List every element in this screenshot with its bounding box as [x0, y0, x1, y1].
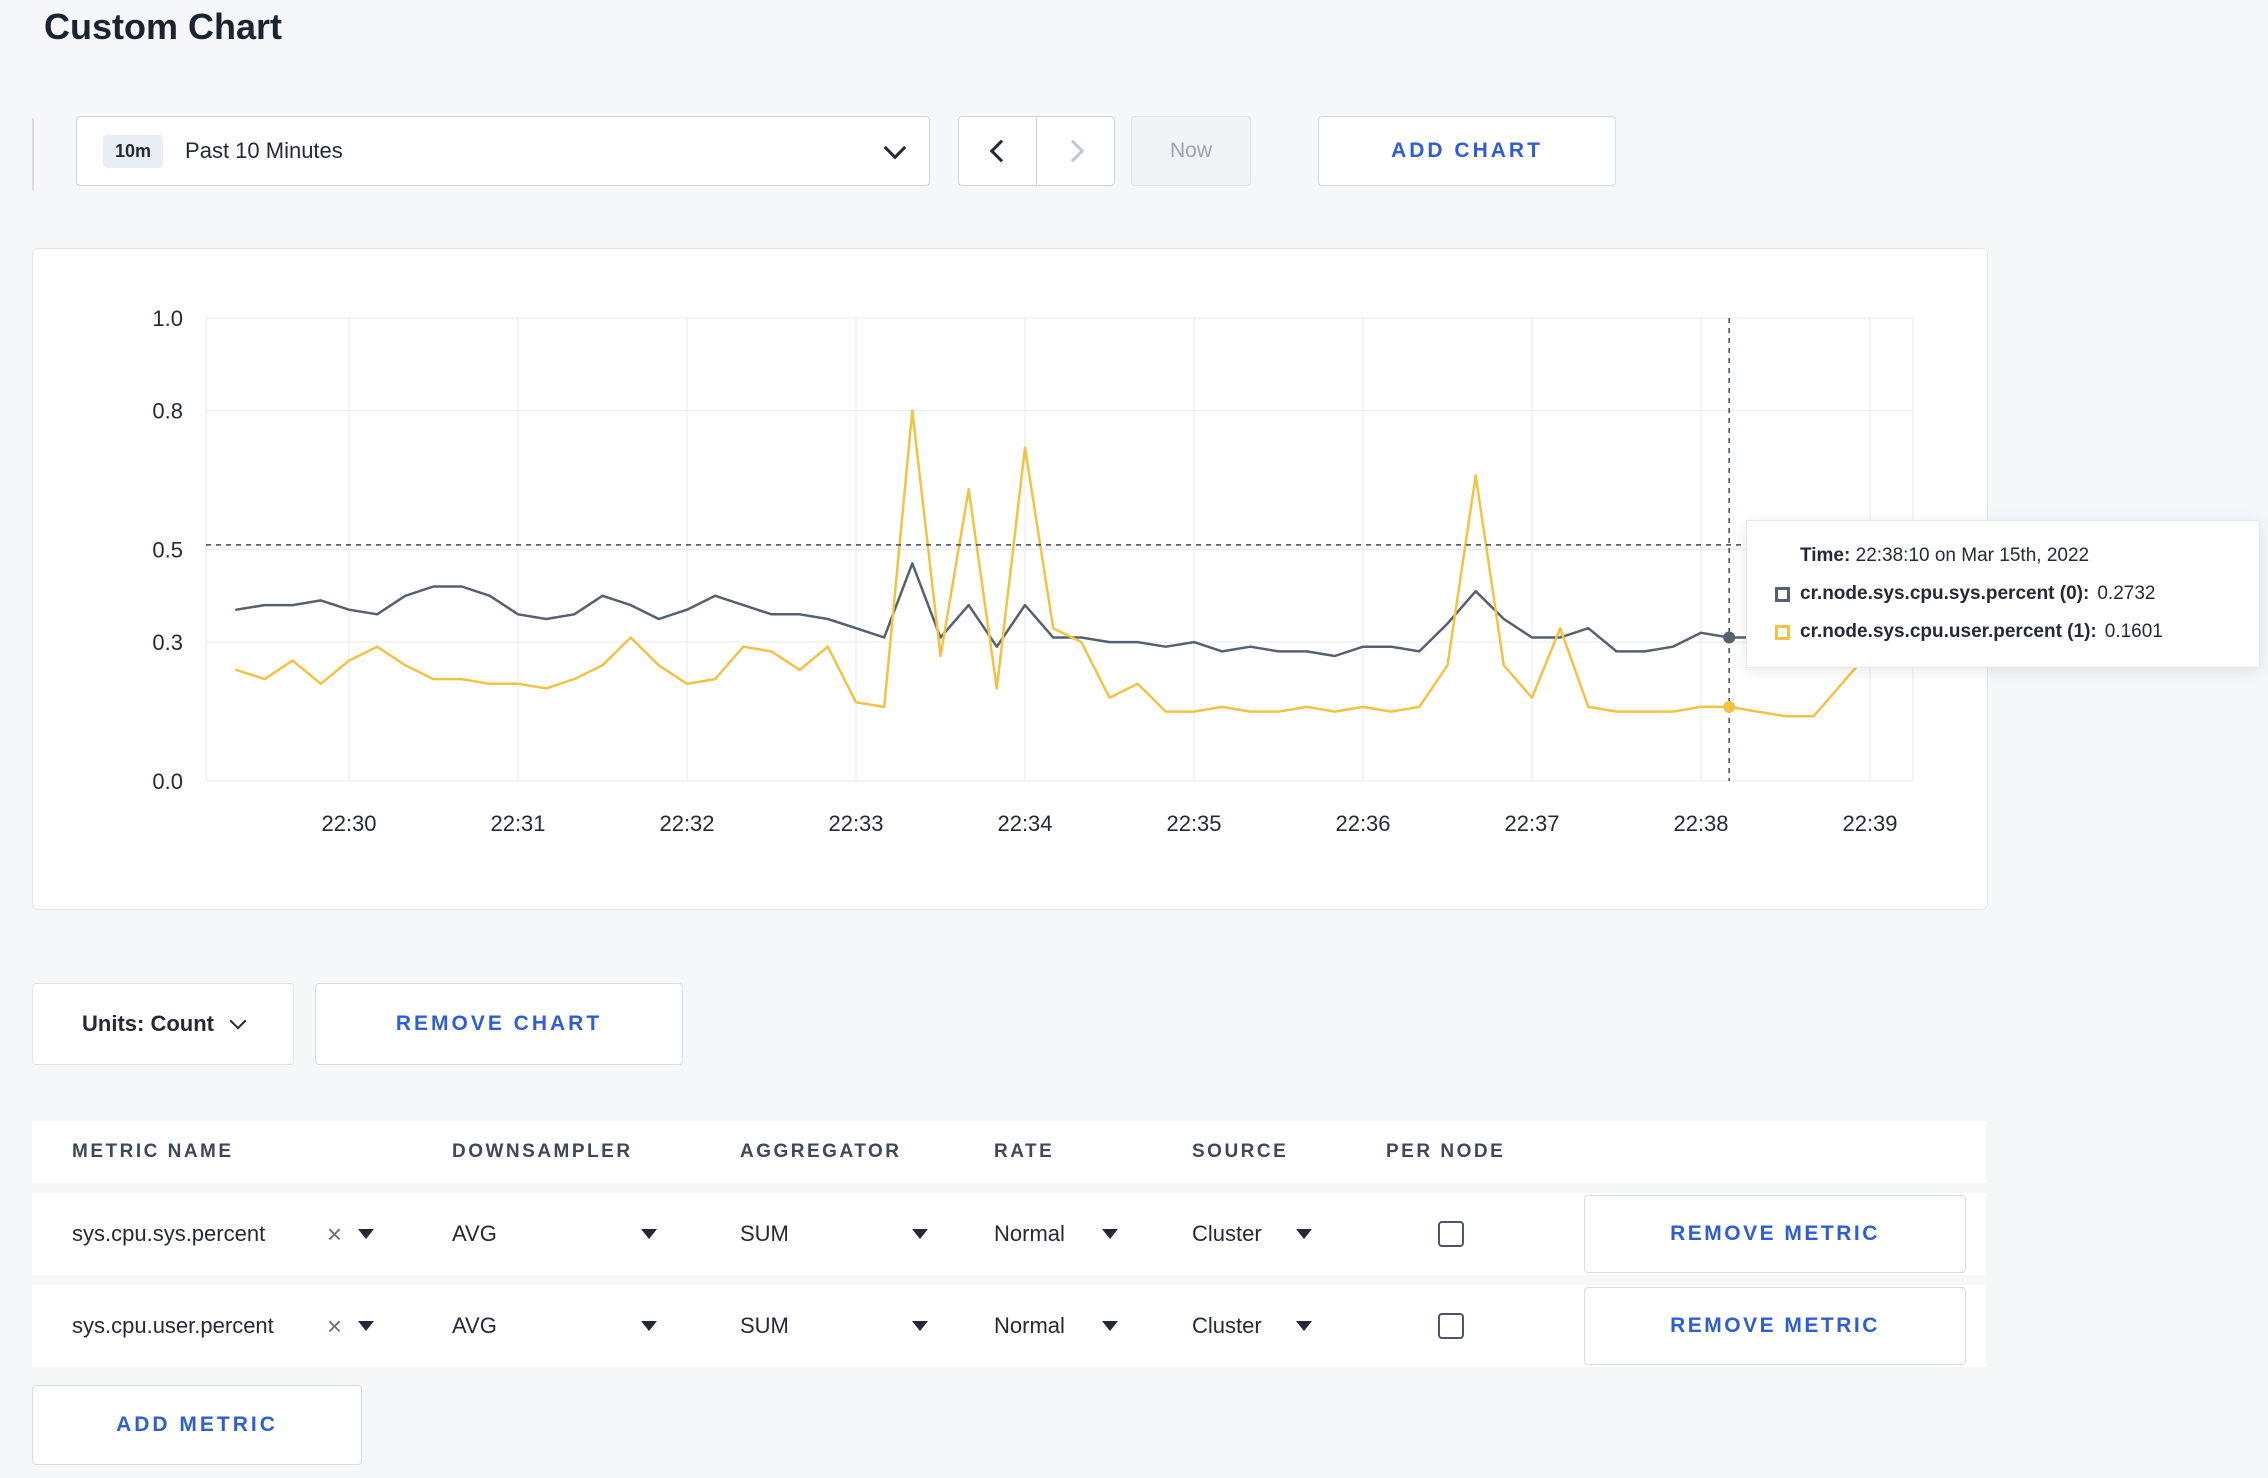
- svg-text:0.5: 0.5: [152, 538, 183, 563]
- units-label: Units: Count: [82, 1011, 214, 1036]
- svg-text:22:39: 22:39: [1842, 811, 1897, 836]
- clear-icon[interactable]: ×: [327, 1313, 342, 1339]
- time-back-button[interactable]: [958, 116, 1037, 186]
- metric-row: sys.cpu.sys.percent × AVG SUM Normal Clu…: [32, 1193, 1986, 1275]
- caret-down-icon: [641, 1321, 657, 1331]
- caret-down-icon: [358, 1321, 374, 1331]
- caret-down-icon: [912, 1229, 928, 1239]
- series-swatch-icon: [1775, 624, 1790, 640]
- add-chart-button[interactable]: ADD CHART: [1318, 116, 1616, 186]
- svg-text:1.0: 1.0: [152, 306, 183, 331]
- svg-text:22:32: 22:32: [659, 811, 714, 836]
- source-value: Cluster: [1192, 1221, 1262, 1246]
- series-swatch-icon: [1775, 586, 1790, 602]
- time-range-selector[interactable]: 10m Past 10 Minutes: [76, 116, 930, 186]
- clear-icon[interactable]: ×: [327, 1221, 342, 1247]
- svg-text:22:36: 22:36: [1335, 811, 1390, 836]
- column-header-source: SOURCE: [1192, 1141, 1289, 1162]
- caret-down-icon: [358, 1229, 374, 1239]
- svg-text:22:31: 22:31: [490, 811, 545, 836]
- time-nav-group: [958, 116, 1115, 186]
- tooltip-series-row: cr.node.sys.cpu.user.percent (1): 0.1601: [1775, 621, 2231, 643]
- aggregator-value: SUM: [740, 1313, 789, 1338]
- source-select[interactable]: Cluster: [1192, 1193, 1312, 1275]
- tooltip-time-value: 22:38:10 on Mar 15th, 2022: [1855, 545, 2090, 566]
- svg-text:0.0: 0.0: [152, 769, 183, 794]
- chart-card: 0.0 0.3 0.5 0.8 1.0 22:30 22:31 22:32 22:33 22:34…: [32, 248, 1988, 910]
- time-range-badge: 10m: [103, 134, 164, 168]
- metric-name-select[interactable]: sys.cpu.sys.percent ×: [72, 1193, 374, 1275]
- time-range-label: Past 10 Minutes: [185, 138, 343, 163]
- aggregator-value: SUM: [740, 1221, 789, 1246]
- metric-name-value: sys.cpu.user.percent: [72, 1313, 274, 1338]
- caret-down-icon: [1102, 1321, 1118, 1331]
- column-header-metric-name: METRIC NAME: [72, 1141, 234, 1162]
- tooltip-series-value: 0.2732: [2097, 583, 2156, 604]
- tooltip-series-value: 0.1601: [2104, 621, 2163, 642]
- svg-text:0.8: 0.8: [152, 399, 183, 424]
- rate-select[interactable]: Normal: [994, 1193, 1118, 1275]
- add-metric-button[interactable]: ADD METRIC: [32, 1385, 362, 1465]
- caret-down-icon: [1102, 1229, 1118, 1239]
- downsampler-select[interactable]: AVG: [452, 1193, 657, 1275]
- source-value: Cluster: [1192, 1313, 1262, 1338]
- aggregator-select[interactable]: SUM: [740, 1193, 928, 1275]
- tooltip-series-row: cr.node.sys.cpu.sys.percent (0): 0.2732: [1775, 583, 2231, 605]
- remove-chart-button[interactable]: REMOVE CHART: [315, 983, 683, 1065]
- tooltip-time-label: Time:: [1800, 545, 1851, 566]
- caret-down-icon: [1296, 1321, 1312, 1331]
- caret-down-icon: [641, 1229, 657, 1239]
- aggregator-select[interactable]: SUM: [740, 1285, 928, 1367]
- rate-select[interactable]: Normal: [994, 1285, 1118, 1367]
- metrics-table: METRIC NAME DOWNSAMPLER AGGREGATOR RATE …: [32, 1121, 1986, 1367]
- chevron-down-icon: [883, 136, 907, 160]
- svg-text:22:34: 22:34: [997, 811, 1052, 836]
- metrics-table-header: METRIC NAME DOWNSAMPLER AGGREGATOR RATE …: [32, 1121, 1986, 1183]
- svg-text:22:33: 22:33: [828, 811, 883, 836]
- chevron-left-icon: [989, 139, 1012, 163]
- per-node-checkbox[interactable]: [1438, 1313, 1464, 1339]
- metric-name-value: sys.cpu.sys.percent: [72, 1221, 266, 1246]
- chart-svg[interactable]: 0.0 0.3 0.5 0.8 1.0 22:30 22:31 22:32 22:33 22:34…: [33, 249, 1987, 909]
- rate-value: Normal: [994, 1313, 1065, 1338]
- page-title: Custom Chart: [44, 6, 283, 47]
- downsampler-select[interactable]: AVG: [452, 1285, 657, 1367]
- chevron-down-icon: [229, 1012, 247, 1030]
- column-header-downsampler: DOWNSAMPLER: [452, 1141, 633, 1162]
- tooltip-series-label: cr.node.sys.cpu.user.percent (1):: [1800, 621, 2097, 642]
- downsampler-value: AVG: [452, 1221, 497, 1246]
- metric-name-select[interactable]: sys.cpu.user.percent ×: [72, 1285, 374, 1367]
- toolbar-divider: [32, 118, 34, 190]
- remove-metric-button[interactable]: REMOVE METRIC: [1584, 1195, 1966, 1273]
- rate-value: Normal: [994, 1221, 1065, 1246]
- caret-down-icon: [1296, 1229, 1312, 1239]
- tooltip-time: Time: 22:38:10 on Mar 15th, 2022: [1775, 545, 2231, 567]
- custom-chart-page: Custom Chart 10m Past 10 Minutes Now ADD…: [0, 0, 2268, 1478]
- svg-text:22:35: 22:35: [1166, 811, 1221, 836]
- now-button[interactable]: Now: [1131, 116, 1251, 186]
- chart-tooltip: Time: 22:38:10 on Mar 15th, 2022 cr.node…: [1746, 520, 2260, 668]
- units-selector[interactable]: Units: Count: [32, 983, 294, 1065]
- svg-text:0.3: 0.3: [152, 630, 183, 655]
- metric-row: sys.cpu.user.percent × AVG SUM Normal Cl…: [32, 1285, 1986, 1367]
- column-header-rate: RATE: [994, 1141, 1055, 1162]
- remove-metric-button[interactable]: REMOVE METRIC: [1584, 1287, 1966, 1365]
- svg-text:22:37: 22:37: [1504, 811, 1559, 836]
- column-header-aggregator: AGGREGATOR: [740, 1141, 902, 1162]
- downsampler-value: AVG: [452, 1313, 497, 1338]
- chevron-right-icon: [1061, 139, 1084, 163]
- per-node-checkbox[interactable]: [1438, 1221, 1464, 1247]
- column-header-per-node: PER NODE: [1386, 1141, 1506, 1162]
- source-select[interactable]: Cluster: [1192, 1285, 1312, 1367]
- svg-text:22:30: 22:30: [321, 811, 376, 836]
- tooltip-series-label: cr.node.sys.cpu.sys.percent (0):: [1800, 583, 2090, 604]
- time-forward-button[interactable]: [1036, 116, 1115, 186]
- svg-text:22:38: 22:38: [1673, 811, 1728, 836]
- caret-down-icon: [912, 1321, 928, 1331]
